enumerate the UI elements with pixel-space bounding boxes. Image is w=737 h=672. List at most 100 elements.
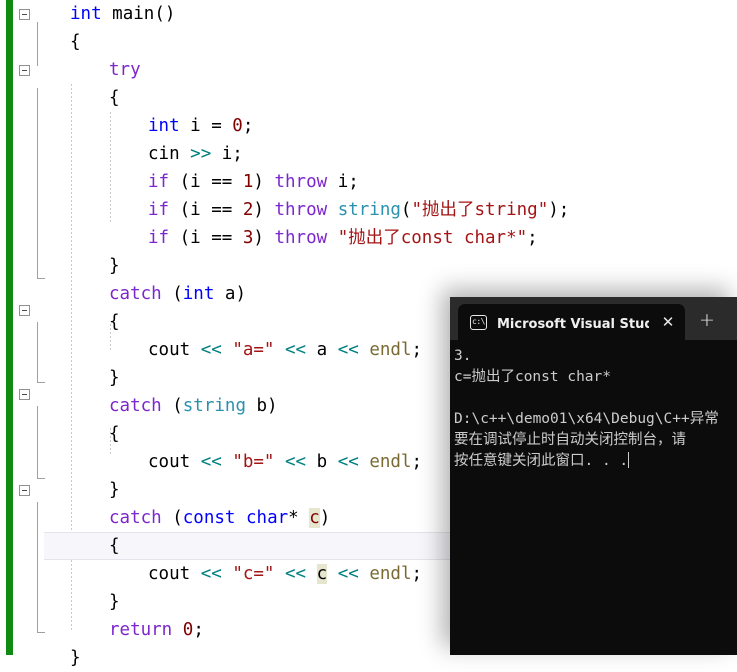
code-token: main	[112, 4, 154, 24]
code-token	[359, 564, 370, 584]
close-icon[interactable]: ✕	[657, 311, 679, 333]
code-token: 0	[183, 620, 194, 640]
code-token: *	[288, 508, 309, 528]
console-caret	[628, 452, 629, 468]
code-token: char	[246, 508, 288, 528]
code-line[interactable]: if (i == 1) throw i;	[44, 168, 737, 196]
code-token	[222, 340, 233, 360]
code-token	[274, 340, 285, 360]
code-line[interactable]: try	[44, 56, 737, 84]
code-line[interactable]: if (i == 2) throw string("抛出了string");	[44, 196, 737, 224]
code-token: 0	[232, 116, 243, 136]
code-token: (i ==	[169, 200, 243, 220]
code-token	[102, 4, 113, 24]
console-line	[454, 388, 737, 409]
code-token: throw	[274, 228, 327, 248]
code-line[interactable]: int main()	[44, 0, 737, 28]
code-token	[235, 508, 246, 528]
collapse-toggle-catch-string[interactable]	[19, 389, 30, 400]
code-token: c	[317, 564, 328, 584]
code-token: (i ==	[169, 172, 243, 192]
code-token: 3	[243, 228, 254, 248]
code-token: i;	[327, 172, 359, 192]
code-token: {	[109, 536, 120, 556]
code-token: <<	[201, 340, 222, 360]
console-title-bar[interactable]: Microsoft Visual Studio 调试控制台 ✕ +	[450, 297, 737, 340]
code-token: i;	[211, 144, 243, 164]
code-token: int	[70, 4, 102, 24]
code-token: (	[401, 200, 412, 220]
cmd-prompt-icon	[470, 315, 487, 330]
collapse-toggle-catch-charptr[interactable]	[19, 485, 30, 496]
collapse-toggle-catch-int[interactable]	[19, 305, 30, 316]
code-token: ;	[527, 228, 538, 248]
collapse-toggle-try[interactable]	[19, 65, 30, 76]
editor-outlining-margin[interactable]	[13, 0, 40, 655]
code-token	[359, 452, 370, 472]
code-token: catch	[109, 284, 162, 304]
code-token: (i ==	[169, 228, 243, 248]
code-token: "c="	[232, 564, 274, 584]
code-token: "a="	[232, 340, 274, 360]
code-token: <<	[338, 452, 359, 472]
outline-guide-line	[37, 502, 38, 632]
code-token: endl	[369, 340, 411, 360]
code-token: "b="	[232, 452, 274, 472]
code-token: ;	[411, 452, 422, 472]
code-token: cout	[148, 340, 201, 360]
code-token: <<	[338, 564, 359, 584]
code-token: if	[148, 200, 169, 220]
code-line[interactable]: {	[44, 28, 737, 56]
new-tab-icon[interactable]: +	[695, 308, 719, 332]
code-token: b)	[246, 396, 278, 416]
code-token: a)	[214, 284, 246, 304]
code-token: ()	[154, 4, 175, 24]
code-token: );	[548, 200, 569, 220]
code-token: {	[109, 88, 120, 108]
code-token: i =	[180, 116, 233, 136]
code-token: )	[253, 172, 274, 192]
console-line: 按任意键关闭此窗口. . .	[454, 451, 737, 472]
code-token	[274, 452, 285, 472]
code-line[interactable]: cin >> i;	[44, 140, 737, 168]
debug-console-window[interactable]: Microsoft Visual Studio 调试控制台 ✕ + 3.c=抛出…	[450, 297, 737, 655]
console-tab-title: Microsoft Visual Studio 调试控制台	[497, 313, 649, 332]
code-token: }	[70, 648, 81, 668]
code-token: const	[183, 508, 236, 528]
code-token: ;	[243, 116, 254, 136]
code-token: int	[148, 116, 180, 136]
code-token	[274, 564, 285, 584]
code-token: endl	[369, 564, 411, 584]
code-token	[306, 564, 317, 584]
code-token: endl	[369, 452, 411, 472]
outline-guide-line	[37, 406, 38, 478]
code-token: throw	[274, 172, 327, 192]
code-line[interactable]: }	[44, 252, 737, 280]
code-token: throw	[274, 200, 327, 220]
code-token: )	[253, 228, 274, 248]
code-token: ;	[412, 564, 423, 584]
code-line[interactable]: {	[44, 84, 737, 112]
code-token: "抛出了const char*"	[338, 228, 527, 248]
code-token	[327, 228, 338, 248]
code-token: 2	[243, 200, 254, 220]
code-token: ;	[411, 340, 422, 360]
code-token: <<	[338, 340, 359, 360]
code-token: {	[109, 424, 120, 444]
code-token: 1	[243, 172, 254, 192]
code-token	[359, 340, 370, 360]
code-token	[327, 564, 338, 584]
console-output[interactable]: 3.c=抛出了const char*D:\c++\demo01\x64\Debu…	[450, 340, 737, 655]
code-token: {	[70, 32, 81, 52]
code-token: try	[109, 60, 141, 80]
console-tab[interactable]: Microsoft Visual Studio 调试控制台 ✕	[458, 304, 685, 340]
code-line[interactable]: int i = 0;	[44, 112, 737, 140]
code-token: string	[183, 396, 246, 416]
code-token: (	[162, 396, 183, 416]
code-line[interactable]: if (i == 3) throw "抛出了const char*";	[44, 224, 737, 252]
collapse-toggle-main[interactable]	[19, 9, 30, 20]
console-line: 3.	[454, 346, 737, 367]
code-token	[222, 564, 233, 584]
code-token: int	[183, 284, 215, 304]
code-token: }	[109, 368, 120, 388]
